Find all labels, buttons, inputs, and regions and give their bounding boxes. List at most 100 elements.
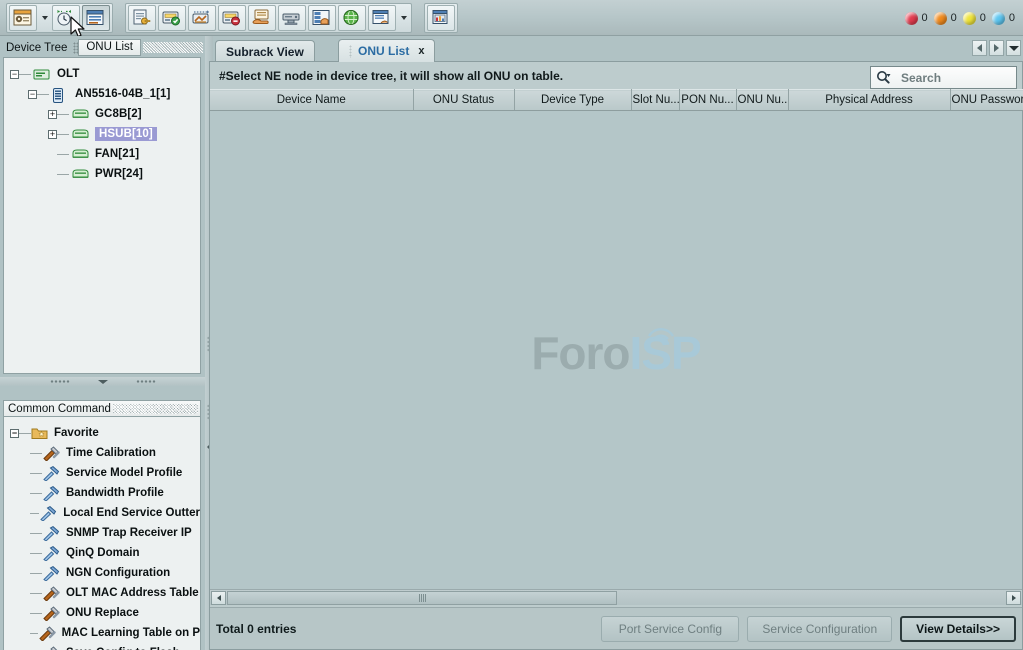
tab-list-dropdown-button[interactable] bbox=[1006, 40, 1021, 56]
watermark: ForoISP bbox=[210, 111, 1022, 595]
network-topology-button[interactable] bbox=[338, 5, 366, 31]
tree-node-hsub[interactable]: + HSUB[10] bbox=[4, 124, 200, 144]
tree-node-gc8b[interactable]: + GC8B[2] bbox=[4, 104, 200, 124]
window-settings-dropdown-arrow[interactable] bbox=[38, 5, 51, 31]
delete-device-button[interactable] bbox=[218, 5, 246, 31]
report-button[interactable] bbox=[368, 5, 396, 31]
column-header-slot-number[interactable]: Slot Nu... bbox=[631, 90, 679, 111]
device-tree-box: − OLT − bbox=[3, 57, 201, 374]
command-item-qinq-domain[interactable]: QinQ Domain bbox=[4, 543, 200, 563]
command-item-local-end-service-outter[interactable]: Local End Service Outter bbox=[4, 503, 200, 523]
titlebar-hatch bbox=[143, 42, 203, 53]
window-settings-button[interactable] bbox=[9, 5, 37, 31]
network-card-icon bbox=[33, 68, 50, 81]
search-box[interactable] bbox=[870, 66, 1017, 89]
tree-connector bbox=[30, 553, 42, 554]
alarm-major[interactable]: 0 bbox=[934, 12, 957, 25]
tree-node-pwr[interactable]: PWR[24] bbox=[4, 164, 200, 184]
panel-splitter-horizontal[interactable] bbox=[0, 377, 205, 386]
common-command-box: − Favorite bbox=[3, 417, 201, 650]
table-header-row: Device Name ONU Status Device Type Slot … bbox=[210, 90, 1023, 111]
column-header-onu-number[interactable]: ONU Nu... bbox=[736, 90, 788, 111]
add-device-button[interactable] bbox=[158, 5, 186, 31]
command-item-olt-mac-address-table[interactable]: OLT MAC Address Table bbox=[4, 583, 200, 603]
search-device-button[interactable] bbox=[188, 5, 216, 31]
favorite-folder-icon bbox=[31, 426, 48, 440]
command-label: Time Calibration bbox=[66, 447, 156, 459]
tree-connector bbox=[57, 174, 69, 175]
report-edit-icon bbox=[372, 9, 392, 27]
tab-scroll-left-button[interactable] bbox=[972, 40, 987, 56]
tree-node-fan[interactable]: FAN[21] bbox=[4, 144, 200, 164]
column-header-physical-address[interactable]: Physical Address bbox=[788, 90, 950, 111]
tab-subrack-view[interactable]: Subrack View bbox=[215, 40, 315, 62]
scroll-right-button[interactable] bbox=[1006, 591, 1021, 605]
document-key-icon bbox=[132, 9, 152, 27]
toolbar-group-1 bbox=[6, 3, 113, 33]
alarm-warning[interactable]: 0 bbox=[992, 12, 1015, 25]
hammer-icon bbox=[42, 546, 60, 561]
command-item-ngn-configuration[interactable]: NGN Configuration bbox=[4, 563, 200, 583]
server-icon bbox=[282, 9, 302, 27]
search-input[interactable] bbox=[899, 70, 995, 86]
list-view-button[interactable] bbox=[82, 5, 110, 31]
common-command-hatch bbox=[113, 404, 198, 414]
tab-onu-list[interactable]: ONU List x bbox=[338, 39, 435, 62]
tree-toggle-gc8b[interactable]: + bbox=[48, 110, 57, 119]
command-label: Service Model Profile bbox=[66, 467, 182, 479]
column-header-device-name[interactable]: Device Name bbox=[210, 90, 413, 111]
command-item-save-config-to-flash[interactable]: Save Config to Flash bbox=[4, 643, 200, 650]
search-icon[interactable] bbox=[876, 70, 893, 85]
tree-toggle-hsub[interactable]: + bbox=[48, 130, 57, 139]
performance-button[interactable] bbox=[427, 5, 455, 31]
column-header-onu-password[interactable]: ONU Password bbox=[950, 90, 1023, 111]
command-root-favorite[interactable]: − Favorite bbox=[4, 423, 200, 443]
database-backup-button[interactable] bbox=[308, 5, 336, 31]
scroll-left-button[interactable] bbox=[211, 591, 226, 605]
tab-navigation bbox=[972, 40, 1021, 56]
horizontal-scrollbar[interactable] bbox=[210, 589, 1022, 605]
tools-icon bbox=[42, 646, 60, 650]
database-icon bbox=[312, 9, 332, 27]
tab-scroll-right-button[interactable] bbox=[989, 40, 1004, 56]
report-dropdown-arrow[interactable] bbox=[397, 5, 410, 31]
port-service-config-button[interactable]: Port Service Config bbox=[601, 616, 739, 642]
service-configuration-button[interactable]: Service Configuration bbox=[747, 616, 892, 642]
splitter-collapse-arrow[interactable] bbox=[98, 380, 108, 384]
globe-icon bbox=[342, 9, 362, 27]
command-item-time-calibration[interactable]: Time Calibration bbox=[4, 443, 200, 463]
tree-toggle-an5516[interactable]: − bbox=[28, 90, 37, 99]
command-toggle-favorite[interactable]: − bbox=[10, 429, 19, 438]
view-details-button[interactable]: View Details>> bbox=[900, 616, 1016, 642]
service-management-button[interactable] bbox=[248, 5, 276, 31]
column-header-device-type[interactable]: Device Type bbox=[514, 90, 631, 111]
command-label-favorite: Favorite bbox=[54, 427, 99, 439]
close-icon[interactable]: x bbox=[418, 45, 424, 57]
command-item-snmp-trap-receiver-ip[interactable]: SNMP Trap Receiver IP bbox=[4, 523, 200, 543]
authority-management-button[interactable] bbox=[128, 5, 156, 31]
server-button[interactable] bbox=[278, 5, 306, 31]
tree-spacer bbox=[48, 170, 57, 179]
tree-connector bbox=[57, 154, 69, 155]
alarm-critical[interactable]: 0 bbox=[905, 12, 928, 25]
tree-toggle-olt[interactable]: − bbox=[10, 70, 19, 79]
column-header-onu-status[interactable]: ONU Status bbox=[413, 90, 514, 111]
tree-connector bbox=[30, 613, 42, 614]
command-item-service-model-profile[interactable]: Service Model Profile bbox=[4, 463, 200, 483]
onu-list-tab-chip[interactable]: ONU List bbox=[78, 39, 141, 56]
command-item-onu-replace[interactable]: ONU Replace bbox=[4, 603, 200, 623]
scrollbar-track[interactable] bbox=[227, 591, 1005, 605]
table-body-empty[interactable]: ForoISP bbox=[210, 111, 1022, 595]
tree-node-an5516[interactable]: − AN5516-04B_1[1] bbox=[4, 84, 200, 104]
alarm-critical-count: 0 bbox=[922, 12, 928, 24]
footer-buttons: Port Service Config Service Configuratio… bbox=[601, 616, 1016, 642]
command-item-mac-learning-table[interactable]: MAC Learning Table on P bbox=[4, 623, 200, 643]
column-header-pon-number[interactable]: PON Nu... bbox=[679, 90, 736, 111]
alarm-minor[interactable]: 0 bbox=[963, 12, 986, 25]
tree-node-olt[interactable]: − OLT bbox=[4, 64, 200, 84]
tree-label-pwr: PWR[24] bbox=[95, 168, 143, 180]
time-sync-button[interactable] bbox=[52, 5, 80, 31]
watermark-part2: ISP bbox=[630, 327, 701, 379]
command-item-bandwidth-profile[interactable]: Bandwidth Profile bbox=[4, 483, 200, 503]
scrollbar-thumb[interactable] bbox=[227, 591, 617, 605]
